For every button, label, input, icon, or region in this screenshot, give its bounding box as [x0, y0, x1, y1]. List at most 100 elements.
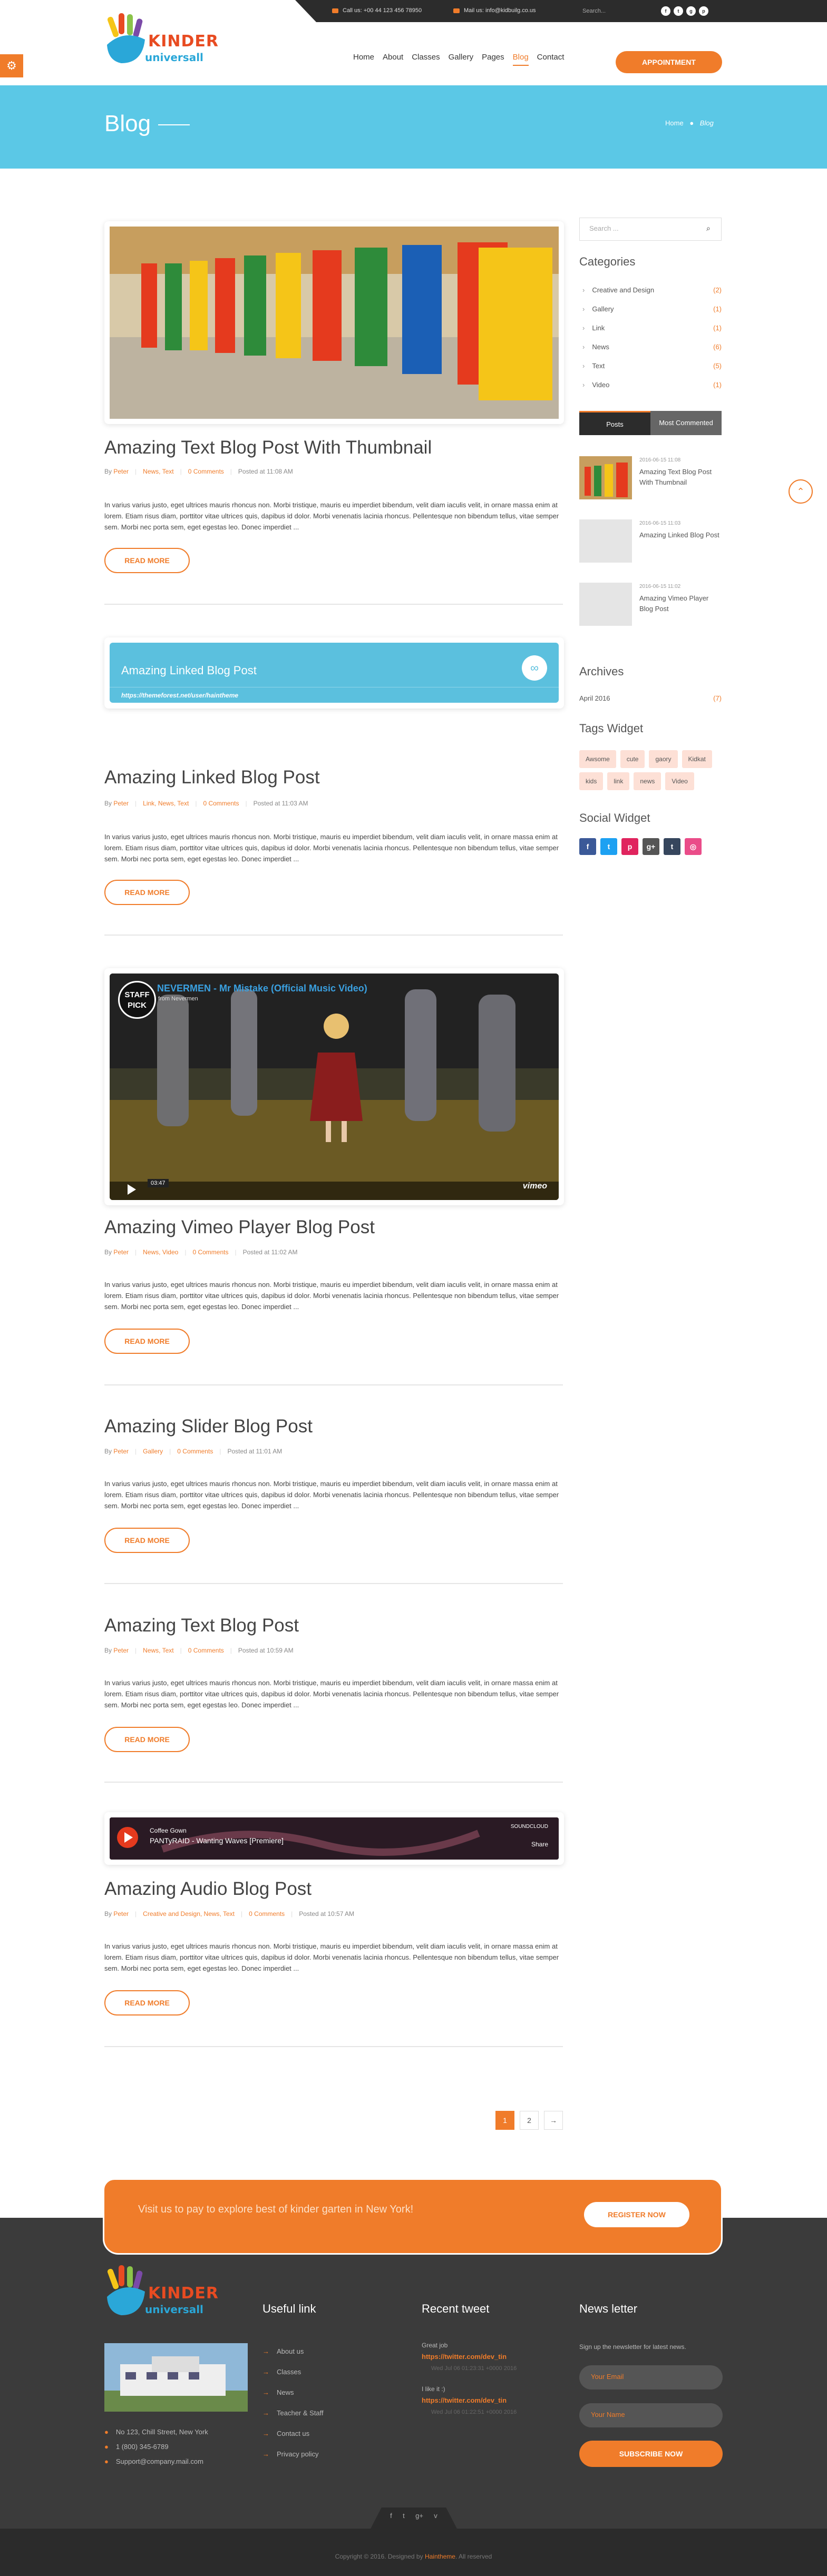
footer-link[interactable]: → Classes	[262, 2368, 301, 2376]
category-item[interactable]: › News (6)	[579, 343, 722, 351]
post-audio-card[interactable]: Coffee Gown PANTyRAID - Wanting Waves [P…	[104, 1812, 564, 1865]
dribbble-icon[interactable]: ◎	[685, 838, 702, 855]
newsletter-name-input[interactable]: Your Name	[579, 2403, 723, 2427]
category-item[interactable]: › Creative and Design (2)	[579, 286, 722, 294]
twitter-icon[interactable]: t	[600, 838, 617, 855]
top-search-input[interactable]: Search...	[577, 6, 651, 17]
facebook-icon[interactable]: f	[579, 838, 596, 855]
category-item[interactable]: › Link (1)	[579, 324, 722, 332]
post-link-card[interactable]: Amazing Linked Blog Post ∞ https://theme…	[104, 637, 564, 709]
nav-contact[interactable]: Contact	[537, 53, 565, 62]
vimeo-logo[interactable]: vimeo	[523, 1182, 547, 1191]
read-more-button[interactable]: READ MORE	[104, 1727, 190, 1752]
archive-item[interactable]: April 2016 (7)	[579, 694, 722, 702]
next-page-button[interactable]: →	[544, 2111, 563, 2130]
category-item[interactable]: › Video (1)	[579, 381, 722, 389]
search-icon[interactable]: ⌕	[706, 224, 711, 233]
post-title[interactable]: Amazing Text Blog Post With Thumbnail	[104, 437, 432, 458]
pinterest-icon[interactable]: p	[621, 838, 638, 855]
soundcloud-logo[interactable]: SOUNDCLOUD	[511, 1824, 548, 1830]
post-title[interactable]: Amazing Linked Blog Post	[104, 767, 320, 788]
tumblr-icon[interactable]: t	[664, 838, 680, 855]
post-title[interactable]: Amazing Audio Blog Post	[104, 1879, 312, 1900]
twitter-icon[interactable]: t	[403, 2512, 405, 2520]
tab-posts[interactable]: Posts	[579, 411, 650, 435]
nav-gallery[interactable]: Gallery	[449, 53, 474, 62]
recent-post-item[interactable]: 2016-06-15 11:03 Amazing Linked Blog Pos…	[579, 519, 722, 567]
tag-item[interactable]: cute	[620, 750, 645, 768]
tag-item[interactable]: link	[607, 772, 630, 790]
subscribe-button[interactable]: SUBSCRIBE NOW	[579, 2441, 723, 2467]
post-divider	[104, 1583, 563, 1584]
soundcloud-player[interactable]: Coffee Gown PANTyRAID - Wanting Waves [P…	[110, 1817, 559, 1860]
google-icon[interactable]: g	[686, 6, 696, 16]
tweet-link[interactable]: https://twitter.com/dev_tin	[422, 2396, 507, 2404]
post-title[interactable]: Amazing Text Blog Post	[104, 1615, 299, 1636]
category-item[interactable]: › Gallery (1)	[579, 305, 722, 313]
page-1-button[interactable]: 1	[495, 2111, 514, 2130]
tag-item[interactable]: news	[634, 772, 661, 790]
settings-gear-icon[interactable]: ⚙	[0, 54, 23, 77]
read-more-button[interactable]: READ MORE	[104, 1329, 190, 1354]
post-excerpt: In varius varius justo, eget ultrices ma…	[104, 1281, 559, 1311]
video-by[interactable]: from Nevermen	[158, 996, 198, 1002]
read-more-button[interactable]: READ MORE	[104, 880, 190, 905]
post-excerpt: In varius varius justo, eget ultrices ma…	[104, 833, 559, 863]
nav-blog[interactable]: Blog	[512, 53, 529, 66]
post-thumbnail-card[interactable]	[104, 221, 564, 424]
vimeo-player[interactable]: STAFF PICK NEVERMEN - Mr Mistake (Offici…	[110, 974, 559, 1200]
read-more-button[interactable]: READ MORE	[104, 1990, 190, 2015]
footer-logo[interactable]: KINDER universall	[103, 2265, 221, 2328]
tag-item[interactable]: Awsome	[579, 750, 616, 768]
nav-home[interactable]: Home	[353, 53, 374, 62]
facebook-icon[interactable]: f	[390, 2512, 392, 2520]
recent-post-item[interactable]: 2016-06-15 11:02 Amazing Vimeo Player Bl…	[579, 583, 722, 630]
link-icon: ∞	[522, 655, 547, 681]
tag-item[interactable]: kids	[579, 772, 604, 790]
breadcrumb-home[interactable]: Home	[665, 119, 684, 127]
google-plus-icon[interactable]: g+	[643, 838, 659, 855]
footer-link[interactable]: → Teacher & Staff	[262, 2409, 324, 2417]
tweet-text: I like it :)	[422, 2385, 445, 2393]
nav-pages[interactable]: Pages	[482, 53, 504, 62]
post-title[interactable]: Amazing Slider Blog Post	[104, 1416, 313, 1437]
facebook-icon[interactable]: f	[661, 6, 670, 16]
tab-most-commented[interactable]: Most Commented	[650, 411, 722, 435]
footer-email[interactable]: ● Support@company.mail.com	[104, 2457, 203, 2465]
footer-link[interactable]: → Privacy policy	[262, 2450, 318, 2458]
back-to-top-button[interactable]: ⌃	[789, 479, 813, 504]
newsletter-email-input[interactable]: Your Email	[579, 2365, 723, 2390]
twitter-icon[interactable]: t	[674, 6, 683, 16]
category-item[interactable]: › Text (5)	[579, 362, 722, 370]
vimeo-icon[interactable]: v	[434, 2512, 437, 2520]
footer-link[interactable]: → About us	[262, 2347, 304, 2355]
post-divider	[104, 2046, 563, 2047]
audio-track[interactable]: PANTyRAID - Wanting Waves [Premiere]	[150, 1836, 284, 1845]
recent-post-item[interactable]: 2016-06-15 11:08 Amazing Text Blog Post …	[579, 456, 722, 504]
post-divider	[104, 604, 563, 605]
tweet-link[interactable]: https://twitter.com/dev_tin	[422, 2353, 507, 2361]
post-video-card[interactable]: STAFF PICK NEVERMEN - Mr Mistake (Offici…	[104, 968, 564, 1205]
pinterest-icon[interactable]: p	[699, 6, 708, 16]
nav-about[interactable]: About	[383, 53, 403, 62]
video-title[interactable]: NEVERMEN - Mr Mistake (Official Music Vi…	[157, 983, 367, 994]
post-title[interactable]: Amazing Vimeo Player Blog Post	[104, 1217, 375, 1238]
nav-classes[interactable]: Classes	[412, 53, 440, 62]
register-now-button[interactable]: REGISTER NOW	[584, 2202, 689, 2227]
breadcrumb: Home ● Blog	[665, 119, 714, 127]
read-more-button[interactable]: READ MORE	[104, 548, 190, 573]
tag-item[interactable]: gaory	[649, 750, 678, 768]
sidebar-search-input[interactable]: Search ...	[579, 218, 722, 241]
page-2-button[interactable]: 2	[520, 2111, 539, 2130]
appointment-button[interactable]: APPOINTMENT	[616, 51, 722, 73]
tag-item[interactable]: Kidkat	[682, 750, 712, 768]
read-more-button[interactable]: READ MORE	[104, 1528, 190, 1553]
footer-link[interactable]: → News	[262, 2388, 294, 2396]
share-button[interactable]: Share	[531, 1841, 548, 1848]
link-url[interactable]: https://themeforest.net/user/haintheme	[110, 687, 559, 703]
link-box[interactable]: Amazing Linked Blog Post ∞ https://theme…	[110, 643, 559, 703]
footer-link[interactable]: → Contact us	[262, 2430, 309, 2437]
tag-item[interactable]: Video	[665, 772, 694, 790]
google-plus-icon[interactable]: g+	[415, 2512, 423, 2520]
site-logo[interactable]: KINDER universall	[103, 13, 221, 76]
